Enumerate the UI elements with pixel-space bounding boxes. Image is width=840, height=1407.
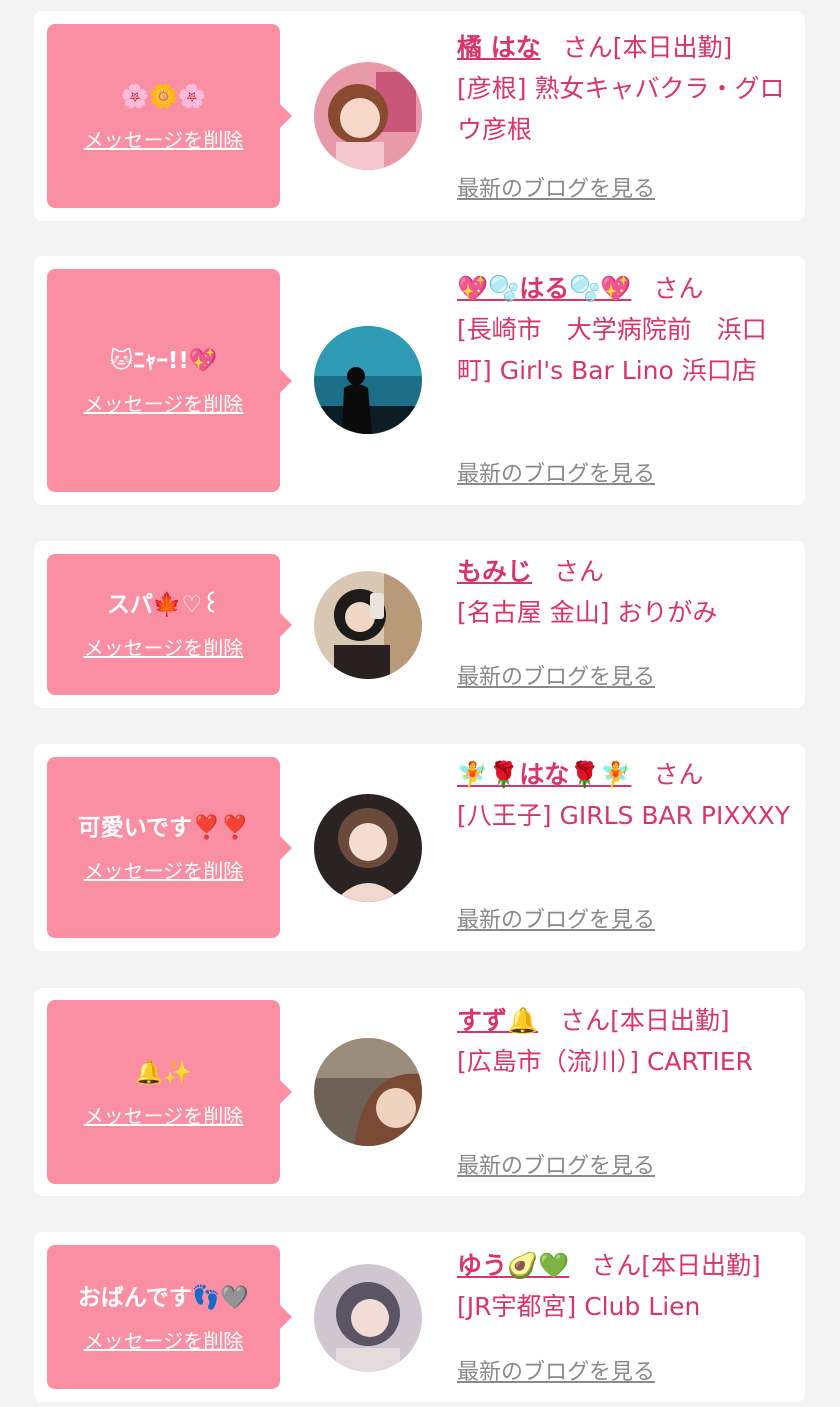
shop-name: [JR宇都宮] Club Lien — [457, 1292, 701, 1321]
message-text: 🐱ﾆｬｰ!!💖 — [109, 348, 218, 374]
sender-name-link[interactable]: もみじ — [457, 557, 532, 586]
message-bubble: おばんです👣🩶 メッセージを削除 — [47, 1245, 292, 1389]
avatar-image — [314, 326, 422, 434]
message-text: 🔔✨ — [134, 1059, 193, 1086]
name-line: 💖🫧はる🫧💖 さん — [457, 268, 797, 309]
avatar-image — [314, 1038, 422, 1146]
avatar[interactable] — [314, 62, 422, 170]
shop-name: [彦根] 熟女キャバクラ・グロウ彦根 — [457, 74, 785, 144]
delete-message-link[interactable]: メッセージを削除 — [84, 124, 244, 153]
message-text: おばんです👣🩶 — [77, 1284, 250, 1311]
sender-name-link[interactable]: 橘 はな — [457, 33, 541, 62]
avatar[interactable] — [314, 326, 422, 434]
sender-info: 🧚🌹はな🌹🧚 さん [八王子] GIRLS BAR PIXXXY — [457, 754, 797, 836]
delete-message-link[interactable]: メッセージを削除 — [84, 855, 244, 884]
avatar-image — [314, 1264, 422, 1372]
sender-info: もみじ さん [名古屋 金山] おりがみ — [457, 551, 797, 633]
message-text: スパ🍁♡꒰ — [106, 592, 221, 618]
message-text: 可愛いです❣️❣️ — [77, 815, 250, 841]
attendance-badge: [本日出勤] — [610, 1006, 730, 1035]
honorific: さん — [653, 760, 704, 789]
name-line: もみじ さん — [457, 551, 797, 592]
avatar[interactable] — [314, 1038, 422, 1146]
message-text: 🌸🌼🌸 — [120, 83, 207, 110]
latest-blog-link[interactable]: 最新のブログを見る — [457, 171, 655, 203]
sender-info: 💖🫧はる🫧💖 さん [長崎市 大学病院前 浜口町] Girl's Bar Lino… — [457, 268, 797, 391]
sender-info: 橘 はな さん[本日出勤] [彦根] 熟女キャバクラ・グロウ彦根 — [457, 27, 797, 150]
sender-name-link[interactable]: 🧚🌹はな🌹🧚 — [457, 760, 632, 789]
name-line: すず🔔 さん[本日出勤] — [457, 1000, 797, 1041]
avatar-image — [314, 571, 422, 679]
honorific: さん — [560, 1006, 611, 1035]
honorific: さん — [591, 1251, 642, 1280]
shop-name: [名古屋 金山] おりがみ — [457, 598, 718, 627]
sender-info: ゆう🥑💚 さん[本日出勤] [JR宇都宮] Club Lien — [457, 1245, 797, 1327]
avatar[interactable] — [314, 794, 422, 902]
latest-blog-link[interactable]: 最新のブログを見る — [457, 456, 655, 488]
message-card: スパ🍁♡꒰ メッセージを削除 もみじ さん [名古屋 金山] おりがみ 最新のブロ… — [34, 541, 805, 708]
name-line: 🧚🌹はな🌹🧚 さん — [457, 754, 797, 795]
name-line: 橘 はな さん[本日出勤] — [457, 27, 797, 68]
message-card: 🐱ﾆｬｰ!!💖 メッセージを削除 💖🫧はる🫧💖 さん [長崎市 大学病院前 浜口町… — [34, 256, 805, 505]
sender-name-link[interactable]: ゆう🥑💚 — [457, 1251, 569, 1280]
message-card: 🔔✨ メッセージを削除 すず🔔 さん[本日出勤] [広島市（流川）] CARTIE… — [34, 988, 805, 1196]
latest-blog-link[interactable]: 最新のブログを見る — [457, 1148, 655, 1180]
sender-name-link[interactable]: すず🔔 — [457, 1006, 538, 1035]
latest-blog-link[interactable]: 最新のブログを見る — [457, 659, 655, 691]
message-bubble: 🔔✨ メッセージを削除 — [47, 1000, 292, 1184]
message-bubble: 🐱ﾆｬｰ!!💖 メッセージを削除 — [47, 269, 292, 492]
honorific: さん — [554, 557, 605, 586]
latest-blog-link[interactable]: 最新のブログを見る — [457, 902, 655, 934]
name-line: ゆう🥑💚 さん[本日出勤] — [457, 1245, 797, 1286]
avatar[interactable] — [314, 571, 422, 679]
shop-name: [長崎市 大学病院前 浜口町] Girl's Bar Lino 浜口店 — [457, 315, 767, 385]
delete-message-link[interactable]: メッセージを削除 — [84, 632, 244, 661]
honorific: さん — [653, 274, 704, 303]
attendance-badge: [本日出勤] — [612, 33, 733, 62]
honorific: さん — [562, 33, 613, 62]
delete-message-link[interactable]: メッセージを削除 — [84, 1325, 244, 1354]
delete-message-link[interactable]: メッセージを削除 — [84, 388, 244, 417]
delete-message-link[interactable]: メッセージを削除 — [84, 1100, 244, 1129]
message-card: 可愛いです❣️❣️ メッセージを削除 🧚🌹はな🌹🧚 さん [八王子] GIRLS … — [34, 744, 805, 951]
message-bubble: 🌸🌼🌸 メッセージを削除 — [47, 24, 292, 208]
attendance-badge: [本日出勤] — [641, 1251, 761, 1280]
message-list: 🌸🌼🌸 メッセージを削除 橘 はな さん[本日出勤] [彦根] 熟女キャバクラ・グ… — [0, 0, 840, 1407]
avatar-image — [314, 794, 422, 902]
shop-name: [八王子] GIRLS BAR PIXXXY — [457, 801, 790, 830]
message-bubble: 可愛いです❣️❣️ メッセージを削除 — [47, 757, 292, 938]
message-card: おばんです👣🩶 メッセージを削除 ゆう🥑💚 さん[本日出勤] [JR宇都宮] Cl… — [34, 1232, 805, 1402]
sender-name-link[interactable]: 💖🫧はる🫧💖 — [457, 274, 632, 303]
avatar[interactable] — [314, 1264, 422, 1372]
avatar-image — [314, 62, 422, 170]
message-bubble: スパ🍁♡꒰ メッセージを削除 — [47, 554, 292, 695]
sender-info: すず🔔 さん[本日出勤] [広島市（流川）] CARTIER — [457, 1000, 797, 1082]
latest-blog-link[interactable]: 最新のブログを見る — [457, 1354, 655, 1386]
shop-name: [広島市（流川）] CARTIER — [457, 1047, 753, 1076]
message-card: 🌸🌼🌸 メッセージを削除 橘 はな さん[本日出勤] [彦根] 熟女キャバクラ・グ… — [34, 11, 805, 221]
